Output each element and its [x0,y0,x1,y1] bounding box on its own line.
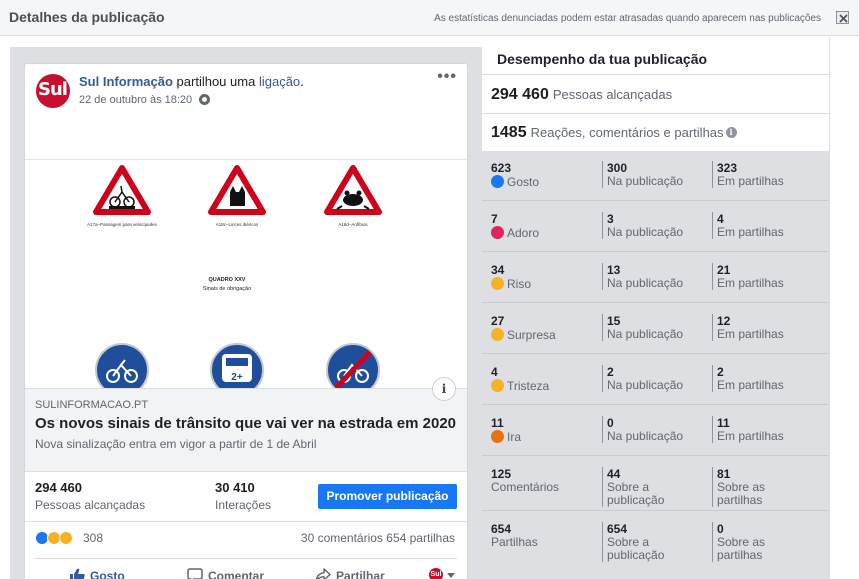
traffic-signs-image: A17a–Passagem para velocípedes A18c–Linc… [87,165,382,395]
post-actions: Gosto Comentar Partilhar Sul [35,558,457,579]
thumbs-up-icon [69,568,85,579]
post-stats: 294 460 Pessoas alcançadas 30 410 Intera… [25,472,467,522]
divider [482,74,829,75]
stats-delay-note: As estatísticas denunciadas podem estar … [434,13,821,24]
warning-sign-frog [324,165,382,215]
like-icon [491,175,504,188]
quadro-title: QUADRO XXV [209,277,246,283]
engagement-value: 1485 [491,124,527,141]
sign-caption-1: A17a–Passagem para velocípedes [87,222,158,227]
shares-count[interactable]: 654 partilhas [386,531,455,545]
row-angry: 11 Ira 0 Na publicação 11 Em partilhas [482,406,829,456]
dialog-header: Detalhes da publicação As estatísticas d… [0,0,859,36]
comment-button[interactable]: Comentar [187,568,264,579]
performance-panel: Desempenho da tua publicação 294 460 Pess… [482,37,829,579]
like-label: Gosto [90,569,125,579]
row-haha: 34 Riso 13 Na publicação 21 Em partilhas [482,253,829,303]
engagement-breakdown: 623 Gosto 300 Na publicação 323 Em partilha… [482,151,829,579]
link-headline[interactable]: Os novos sinais de trânsito que vai ver … [35,415,456,432]
sad-icon [491,379,504,392]
warning-sign-cyclists [93,165,151,215]
info-icon[interactable]: i [725,127,737,138]
link-preview-image[interactable]: A17a–Passagem para velocípedes A18c–Linc… [25,159,467,395]
performance-title: Desempenho da tua publicação [497,51,708,67]
reached-label: Pessoas alcançadas [35,498,146,512]
row-comments: 125 Comentários 44 Sobre a publicação 81 So… [482,457,829,511]
link-domain: SULINFORMACAO.PT [35,399,149,411]
page-avatar-text: Sul [38,79,68,100]
like-button[interactable]: Gosto [69,568,125,579]
reach-value: 294 460 [491,86,549,103]
dialog-body: Sul Sul Informação partilhou uma ligação… [0,37,859,579]
globe-icon [199,94,211,105]
reactions-total[interactable]: 308 [83,531,103,545]
post-meta: 22 de outubro às 18:20 [79,94,211,106]
share-icon [315,568,331,579]
row-wow: 27 Surpresa 15 Na publicação 12 Em partilha… [482,304,829,354]
haha-icon [491,277,504,290]
post-timestamp[interactable]: 22 de outubro às 18:20 [79,94,192,106]
close-icon[interactable] [836,11,849,24]
divider [482,113,829,114]
row-like: 623 Gosto 300 Na publicação 323 Em partilha… [482,151,829,201]
reach-label: Pessoas alcançadas [552,87,673,102]
dialog-title: Detalhes da publicação [9,9,165,25]
warning-sign-lynx [208,165,266,215]
reach-summary: 294 460 Pessoas alcançadas [491,86,672,104]
love-icon [491,226,504,239]
post-author-line: Sul Informação partilhou uma ligação. [79,74,304,89]
engagement-label: Reações, comentários e partilhas [530,125,724,140]
row-shares: 654 Partilhas 654 Sobre a publicação 0 Sobr… [482,512,829,579]
link-attachment[interactable]: i SULINFORMACAO.PT Os novos sinais de tr… [25,377,467,472]
post-header: Sul Sul Informação partilhou uma ligação… [25,64,467,120]
post-card: Sul Sul Informação partilhou uma ligação… [24,63,468,579]
promote-post-button[interactable]: Promover publicação [318,484,457,509]
interactions-label: Interações [215,498,272,512]
engagement-summary: 1485 Reações, comentários e partilhas i [491,124,737,142]
link-description: Nova sinalização entra em vigor a partir… [35,437,317,451]
action-text: partilhou uma [176,74,256,89]
wow-icon [491,328,504,341]
link-word[interactable]: ligação [259,74,300,89]
comments-count[interactable]: 30 comentários [301,531,383,545]
page-name-link[interactable]: Sul Informação [79,74,173,89]
hov-sign-text: 2+ [231,372,243,383]
info-icon[interactable]: i [432,377,456,401]
reached-value: 294 460 [35,480,82,495]
comment-label: Comentar [208,569,265,579]
post-as-avatar[interactable]: Sul [429,568,443,579]
comment-icon [187,568,203,579]
sign-caption-2: A18c–Linces ibéricos [216,222,259,227]
scroll-gutter [829,37,859,579]
quadro-subtitle: Sinais de obrigação [203,286,251,292]
page-avatar[interactable]: Sul [36,74,70,108]
row-sad: 4 Tristeza 2 Na publicação 2 Em partilhas [482,355,829,405]
sign-caption-3: A18d–Anfíbios [338,222,368,227]
share-label: Partilhar [336,569,385,579]
interactions-value: 30 410 [215,480,255,495]
reactions-summary: 308 30 comentários 654 partilhas [25,522,467,554]
more-options-icon[interactable]: ••• [437,68,457,86]
share-button[interactable]: Partilhar [315,568,385,579]
angry-icon [491,430,504,443]
reaction-icons[interactable] [35,531,79,545]
chevron-down-icon[interactable] [447,573,455,578]
haha-icon [59,531,73,545]
row-love: 7 Adoro 3 Na publicação 4 Em partilhas [482,202,829,252]
